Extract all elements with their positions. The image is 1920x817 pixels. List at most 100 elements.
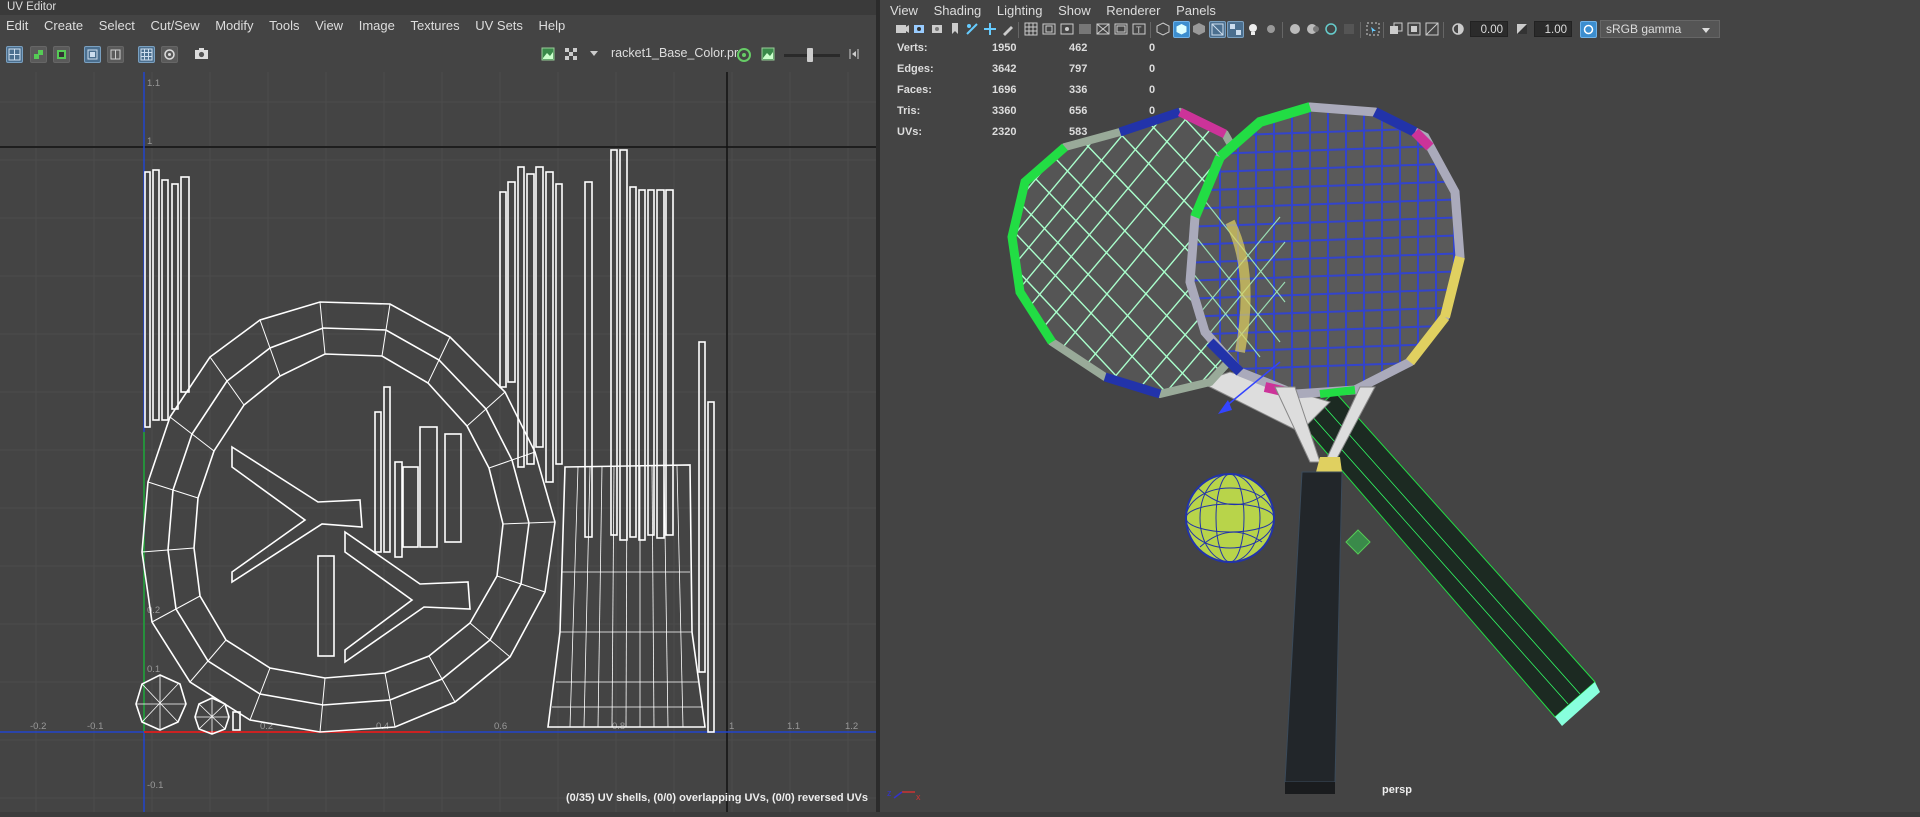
uv-shell-throat[interactable] [231, 445, 363, 584]
safe-action-icon[interactable] [1113, 21, 1130, 38]
safe-title-icon[interactable]: T [1131, 21, 1148, 38]
image-display-icon[interactable] [161, 46, 178, 63]
uv-shell-strip[interactable] [499, 191, 507, 388]
menu-select[interactable]: Select [99, 15, 135, 37]
camera-label: persp [1382, 784, 1412, 796]
textured-icon[interactable] [1227, 21, 1244, 38]
uv-texture-icon[interactable] [53, 46, 70, 63]
uv-shell-head-ring2[interactable] [167, 327, 530, 706]
uv-shell-block[interactable] [402, 466, 419, 548]
uv-shell-block[interactable] [419, 426, 438, 548]
gamma-icon[interactable] [1514, 21, 1531, 38]
two-d-pan-icon[interactable] [982, 21, 999, 38]
uv-layout-canvas[interactable]: -0.2 -0.1 0.2 0.4 0.6 0.8 1 1.1 1.2 1.1 … [0, 72, 876, 812]
resolution-gate-icon[interactable] [1059, 21, 1076, 38]
slider-handle[interactable] [807, 48, 813, 62]
motion-blur-icon[interactable] [1305, 21, 1322, 38]
uv-shell-strip[interactable] [394, 461, 403, 558]
film-gate-icon[interactable] [1041, 21, 1058, 38]
uv-shell-throat[interactable] [344, 530, 471, 664]
toolbar-separator [1443, 22, 1444, 38]
field-chart-icon[interactable] [1095, 21, 1112, 38]
gate-mask-icon[interactable] [1077, 21, 1094, 38]
uv-shell-strip[interactable] [656, 189, 665, 539]
3d-viewport[interactable]: Verts: 1950 462 0 Edges: 3642 797 0 Face… [880, 42, 1920, 812]
uv-shell-strip[interactable] [374, 411, 382, 553]
uv-shell-strip[interactable] [555, 183, 563, 465]
smooth-shade-icon[interactable] [1173, 21, 1190, 38]
uv-shell-head-ring3[interactable] [193, 353, 504, 679]
xray-icon[interactable] [1388, 21, 1405, 38]
uv-shell-strip[interactable] [152, 169, 160, 421]
uv-grid-icon[interactable] [6, 46, 23, 63]
wireframe-shade-icon[interactable] [1155, 21, 1172, 38]
toolbar-separator [1018, 22, 1019, 38]
uv-shell-strip[interactable] [535, 166, 544, 448]
shadows-icon[interactable] [1263, 21, 1280, 38]
uv-shell-strip[interactable] [647, 189, 655, 536]
menu-image[interactable]: Image [359, 15, 395, 37]
wireframe-icon[interactable] [84, 46, 101, 63]
racket-front-handle[interactable] [1284, 471, 1343, 783]
uv-shell-strip[interactable] [584, 181, 593, 538]
grid-icon[interactable] [1023, 21, 1040, 38]
depth-of-field-icon[interactable] [1341, 21, 1358, 38]
color-management-icon[interactable] [1580, 21, 1597, 38]
camera-icon[interactable] [894, 21, 911, 38]
image-name-field[interactable]: racket1_Base_Color.pr [611, 46, 738, 60]
texture-settings-icon[interactable] [735, 46, 752, 63]
bookmark-camera-icon[interactable] [930, 21, 947, 38]
isolate-select-icon[interactable] [1365, 21, 1382, 38]
uv-shell-strip[interactable] [629, 186, 637, 538]
menu-modify[interactable]: Modify [215, 15, 253, 37]
xray-active-icon[interactable] [1424, 21, 1441, 38]
snapshot-icon[interactable] [193, 46, 210, 63]
uv-shell-head-outer[interactable] [141, 301, 556, 733]
uv-shell-strip[interactable] [161, 179, 169, 421]
wireframe-on-shaded-icon[interactable] [1209, 21, 1226, 38]
exposure-field[interactable]: 0.00 [1470, 21, 1508, 37]
uv-shell-cap-small[interactable] [232, 711, 241, 731]
multisample-aa-icon[interactable] [1323, 21, 1340, 38]
uv-shell-icon[interactable] [30, 46, 47, 63]
image-icon[interactable] [540, 46, 557, 63]
screen-space-ao-icon[interactable] [1287, 21, 1304, 38]
chevron-down-icon[interactable] [590, 51, 598, 56]
grease-pencil-icon[interactable] [1000, 21, 1017, 38]
uv-shell-strip[interactable] [144, 171, 151, 428]
uv-shell-strip[interactable] [665, 189, 674, 536]
pin-icon[interactable] [846, 46, 863, 63]
uv-shell-strip[interactable] [507, 181, 516, 383]
menu-tools[interactable]: Tools [269, 15, 299, 37]
uv-shell-strip[interactable] [619, 149, 628, 541]
image-display-toggle-icon[interactable] [760, 46, 777, 63]
light-icon[interactable] [1245, 21, 1262, 38]
uv-shell-strip[interactable] [383, 386, 391, 553]
tennis-ball-body[interactable] [1185, 473, 1275, 563]
menu-uv-sets[interactable]: UV Sets [475, 15, 523, 37]
menu-edit[interactable]: Edit [6, 15, 28, 37]
uv-grid-view[interactable]: -0.2 -0.1 0.2 0.4 0.6 0.8 1 1.1 1.2 1.1 … [0, 72, 876, 812]
menu-cut-sew[interactable]: Cut/Sew [150, 15, 199, 37]
bookmark-icon[interactable] [948, 21, 965, 38]
default-material-icon[interactable] [1191, 21, 1208, 38]
scene-canvas[interactable]: x z [880, 42, 1920, 812]
uv-shell-strip[interactable] [517, 166, 525, 468]
pivot-handle-icon[interactable] [1345, 529, 1371, 555]
checker-icon[interactable] [563, 46, 580, 63]
chevron-down-icon[interactable] [1702, 28, 1710, 33]
menu-view[interactable]: View [315, 15, 343, 37]
exposure-icon[interactable] [1450, 21, 1467, 38]
tennis-ball[interactable] [1185, 473, 1275, 563]
uv-shell-strip[interactable] [180, 176, 190, 393]
grid-toggle-icon[interactable] [138, 46, 155, 63]
uv-shells[interactable] [135, 149, 715, 735]
image-plane-icon[interactable] [964, 21, 981, 38]
menu-help[interactable]: Help [539, 15, 566, 37]
shaded-icon[interactable] [107, 46, 124, 63]
xray-joints-icon[interactable] [1406, 21, 1423, 38]
gamma-field[interactable]: 1.00 [1534, 21, 1572, 37]
camera-attributes-icon[interactable] [912, 21, 929, 38]
menu-textures[interactable]: Textures [410, 15, 459, 37]
menu-create[interactable]: Create [44, 15, 83, 37]
